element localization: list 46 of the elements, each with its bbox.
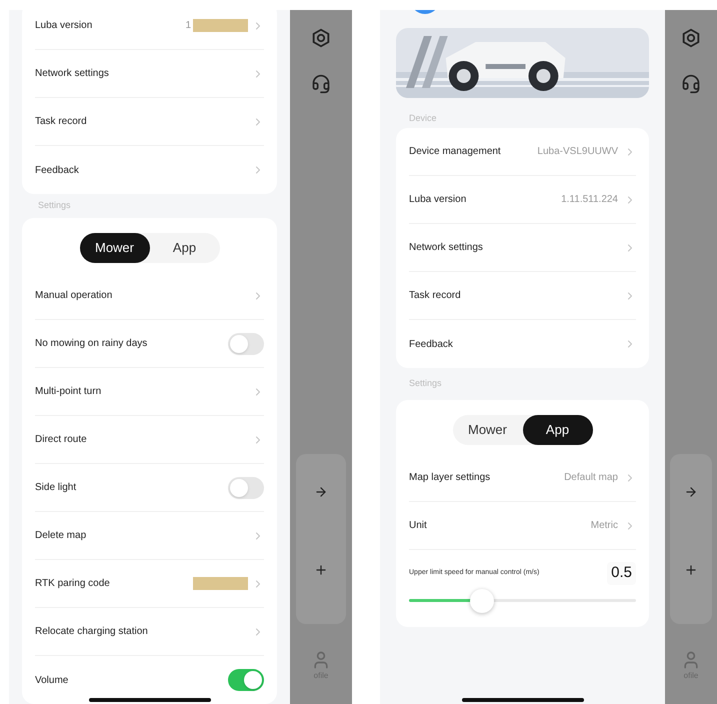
- setting-value: 1.11.511.224: [561, 193, 618, 207]
- setting-label: Feedback: [409, 338, 454, 352]
- setting-label: Multi-point turn: [35, 385, 102, 399]
- speed-slider[interactable]: [409, 588, 636, 612]
- nut-icon[interactable]: [310, 27, 332, 49]
- setting-label: Volume: [35, 674, 70, 688]
- arrow-right-icon[interactable]: [684, 485, 698, 499]
- setting-label: Delete map: [35, 529, 88, 543]
- plus-icon[interactable]: [684, 563, 698, 577]
- setting-label: Unit: [409, 519, 428, 533]
- setting-value: Metric: [590, 519, 618, 533]
- setting-label: Side light: [35, 481, 78, 495]
- section-label: Settings: [409, 377, 442, 390]
- setting-label: Direct route: [35, 433, 88, 447]
- segment-tab[interactable]: App: [522, 415, 592, 445]
- segment-tab[interactable]: Mower: [80, 233, 150, 263]
- setting-label: Network settings: [409, 241, 484, 255]
- speed-reading: 0.5: [607, 562, 636, 584]
- setting-value: Luba-VSL9UUWV: [537, 145, 618, 159]
- section-label: Device: [409, 112, 437, 124]
- setting-label: Relocate charging station: [35, 625, 149, 639]
- support-icon[interactable]: [681, 74, 701, 94]
- section-label: Settings: [38, 199, 71, 212]
- setting-label: Task record: [409, 289, 462, 303]
- setting-label: Luba version: [409, 193, 468, 207]
- plus-icon[interactable]: [314, 563, 328, 577]
- nut-icon[interactable]: [680, 27, 702, 49]
- setting-label: No mowing on rainy days: [35, 337, 148, 351]
- slider-thumb[interactable]: [470, 588, 494, 612]
- setting-label: Network settings: [35, 67, 110, 81]
- setting-label: Task record: [35, 115, 88, 129]
- support-icon[interactable]: [311, 74, 331, 94]
- setting-label: Device management: [409, 145, 502, 159]
- toggle-switch[interactable]: [228, 669, 264, 691]
- setting-value: 1: [185, 19, 191, 33]
- toggle-switch[interactable]: [228, 476, 264, 498]
- segment-tab[interactable]: App: [150, 233, 220, 263]
- segment-tab[interactable]: Mower: [452, 415, 522, 445]
- setting-value: Default map: [564, 471, 618, 485]
- arrow-right-icon[interactable]: [314, 485, 328, 499]
- setting-label: Manual operation: [35, 289, 114, 303]
- setting-label: Map layer settings: [409, 471, 492, 485]
- setting-label: RTK paring code: [35, 577, 111, 591]
- toggle-switch[interactable]: [228, 332, 264, 354]
- setting-label: Luba version: [35, 19, 94, 33]
- setting-label: Feedback: [35, 164, 80, 178]
